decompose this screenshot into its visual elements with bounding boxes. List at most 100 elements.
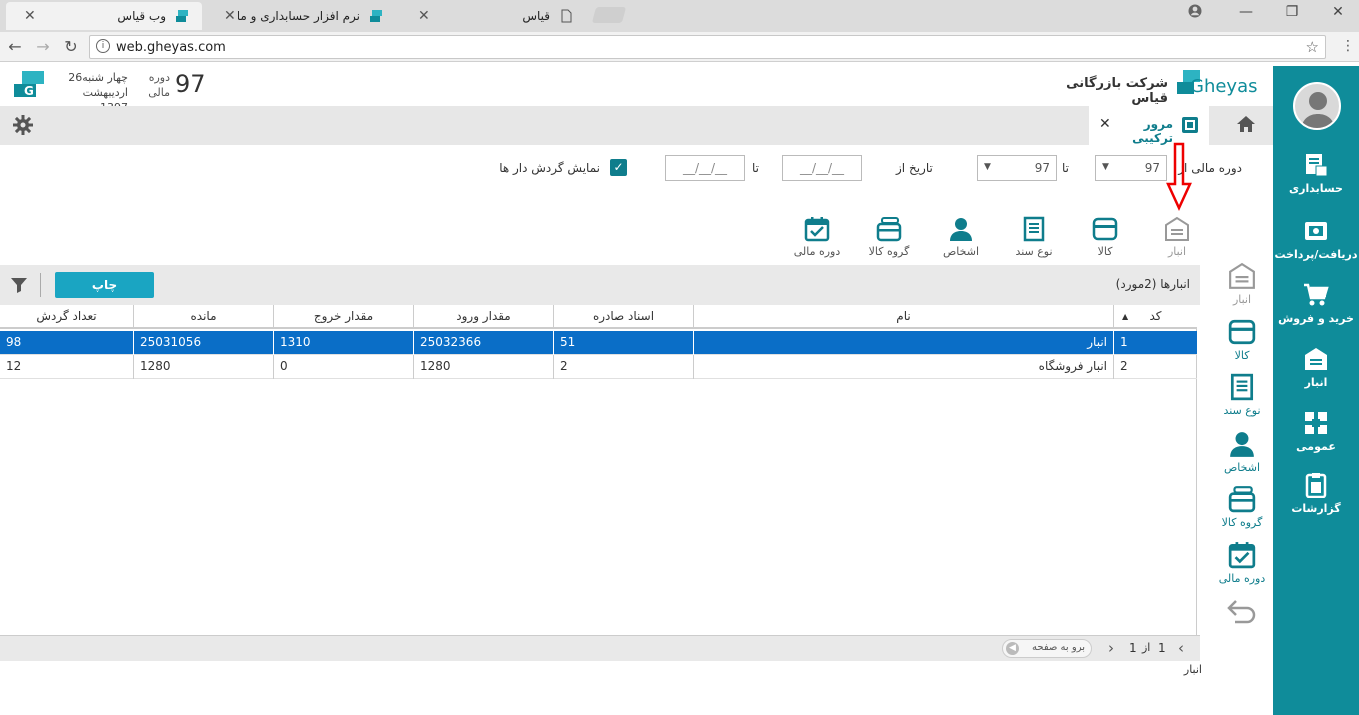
column-header-name[interactable]: نام: [693, 305, 1113, 329]
page-of-label: از: [1142, 641, 1151, 654]
table-row[interactable]: 2 انبار فروشگاه 2 1280 0 1280 12: [0, 355, 1197, 379]
close-window-icon[interactable]: ✕: [1328, 4, 1348, 22]
close-tab-icon[interactable]: ✕: [24, 9, 38, 23]
app-tab-row: ✕ مرور ترکیبی: [0, 106, 1273, 145]
sidebar-item-warehouse[interactable]: انبار: [1273, 346, 1359, 389]
goods-group-icon: [1228, 486, 1256, 513]
column-header-issued-docs[interactable]: اسناد صادره: [553, 305, 693, 329]
cell-out-qty: 1310: [273, 331, 413, 355]
close-tab-icon[interactable]: ✕: [224, 9, 238, 23]
cell-in-qty: 1280: [413, 355, 553, 379]
sidebar-item-reports[interactable]: گزارشات: [1273, 472, 1359, 515]
profile-icon[interactable]: [1188, 4, 1208, 22]
close-tab-icon[interactable]: ✕: [418, 9, 432, 23]
period-to-label: تا: [1062, 161, 1069, 175]
date-from-input[interactable]: __/__/__: [782, 155, 862, 181]
calendar-check-icon: [1228, 542, 1256, 569]
side-goods[interactable]: کالا: [1214, 318, 1270, 362]
table-row[interactable]: 1 انبار 51 25032366 1310 25031056 98: [0, 331, 1197, 355]
date-to-input[interactable]: __/__/__: [665, 155, 745, 181]
browser-tab[interactable]: ✕ قیاس: [400, 2, 586, 30]
column-header-code[interactable]: کد ▲: [1113, 305, 1197, 329]
toolbar-goods[interactable]: کالا: [1070, 216, 1140, 258]
column-header-in-qty[interactable]: مقدار ورود: [413, 305, 553, 329]
go-arrow-icon: ◀: [1006, 642, 1019, 655]
side-doc-type[interactable]: نوع سند: [1214, 373, 1270, 417]
cell-turnover: 12: [6, 359, 22, 373]
side-icon-label: کالا: [1234, 349, 1250, 362]
page-number: 1: [1158, 641, 1166, 655]
period-from-select[interactable]: ▼ 97: [1095, 155, 1167, 181]
toolbar-label: انبار: [1167, 245, 1187, 258]
minimize-icon[interactable]: —: [1236, 4, 1256, 22]
menu-icon[interactable]: ⋮: [1341, 38, 1355, 54]
settings-gear-icon[interactable]: [12, 114, 34, 136]
sidebar-item-general[interactable]: عمومی: [1273, 410, 1359, 453]
toolbar-doc-type[interactable]: نوع سند: [999, 216, 1069, 258]
toolbar-goods-group[interactable]: گروه کالا: [854, 216, 924, 258]
sidebar-item-accounting[interactable]: حسابداری: [1273, 152, 1359, 195]
clipboard-icon: [1305, 473, 1327, 498]
calendar-check-icon: [804, 217, 830, 242]
column-header-label: مقدار ورود: [456, 309, 511, 323]
date-from-label: تاریخ از: [896, 161, 933, 175]
tab-combined-review[interactable]: ✕ مرور ترکیبی: [1089, 106, 1209, 145]
app-header: G چهار شنبه26 اردیبهشت 1397 دوره مالی 97…: [0, 62, 1273, 114]
pager: ‹ 1 از 1 › ◀ برو به صفحه: [0, 635, 1200, 661]
grid-title: انبارها (2مورد): [1115, 277, 1190, 291]
maximize-icon[interactable]: ❐: [1282, 4, 1302, 22]
url-field[interactable]: i web.gheyas.com ☆: [89, 35, 1326, 59]
forward-icon[interactable]: →: [34, 38, 52, 56]
sidebar-item-buy-sell[interactable]: خرید و فروش: [1273, 282, 1359, 325]
gheyas-favicon: [174, 8, 190, 24]
bookmark-star-icon[interactable]: ☆: [1306, 38, 1319, 56]
sort-asc-icon: ▲: [1122, 312, 1129, 321]
side-warehouse[interactable]: انبار: [1214, 262, 1270, 306]
back-undo-icon[interactable]: [1214, 598, 1270, 627]
toolbar-label: گروه کالا: [868, 245, 910, 258]
column-header-turnover[interactable]: تعداد گردش: [0, 305, 133, 329]
back-icon[interactable]: ←: [6, 38, 24, 56]
side-persons[interactable]: اشخاص: [1214, 430, 1270, 474]
new-tab-button[interactable]: [591, 7, 627, 23]
sidebar-item-label: عمومی: [1296, 440, 1336, 453]
home-icon[interactable]: [1236, 115, 1256, 133]
tab-title: وب قیاس: [117, 9, 166, 23]
date-day: چهار شنبه26: [68, 71, 128, 84]
period-value: 97: [175, 70, 206, 98]
toolbar-fiscal-period[interactable]: دوره مالی: [782, 216, 852, 258]
filter-icon[interactable]: [10, 277, 28, 293]
goto-page-button[interactable]: ◀ برو به صفحه: [1002, 639, 1092, 658]
toolbar-persons[interactable]: اشخاص: [926, 216, 996, 258]
side-goods-group[interactable]: گروه کالا: [1214, 485, 1270, 529]
show-active-checkbox[interactable]: ✓: [610, 159, 627, 176]
safe-icon: [1305, 222, 1327, 240]
avatar[interactable]: [1293, 82, 1341, 130]
document-type-icon: [1023, 216, 1045, 242]
browser-tab-active[interactable]: ✕ وب قیاس: [6, 2, 202, 30]
prev-page-icon[interactable]: ›: [1108, 639, 1114, 657]
close-tab-icon[interactable]: ✕: [1099, 116, 1111, 132]
side-fiscal-period[interactable]: دوره مالی: [1214, 541, 1270, 585]
document-type-icon: [1230, 373, 1254, 401]
date-from-value: __/__/__: [799, 161, 845, 175]
toolbar-warehouse[interactable]: انبار: [1142, 216, 1212, 258]
next-page-icon[interactable]: ‹: [1178, 639, 1184, 657]
toolbar-label: اشخاص: [942, 245, 980, 258]
cell-balance: 1280: [133, 355, 273, 379]
period-to-select[interactable]: ▼ 97: [977, 155, 1057, 181]
print-button[interactable]: چاپ: [55, 272, 154, 298]
tab-label: مرور ترکیبی: [1132, 117, 1173, 145]
goods-icon: [1228, 319, 1256, 345]
tab-title: قیاس: [522, 9, 550, 23]
sidebar-item-label: حسابداری: [1289, 182, 1343, 195]
column-header-balance[interactable]: مانده: [133, 305, 273, 329]
browser-tab[interactable]: ✕ نرم افزار حسابداری و مالی ق: [206, 2, 396, 30]
side-icon-label: نوع سند: [1223, 404, 1261, 417]
column-header-label: مانده: [190, 309, 217, 323]
column-header-out-qty[interactable]: مقدار خروج: [273, 305, 413, 329]
info-icon[interactable]: i: [96, 39, 110, 53]
sidebar-item-receive-pay[interactable]: دریافت/پرداخت: [1273, 218, 1359, 261]
reload-icon[interactable]: ↻: [62, 38, 80, 56]
cell-issued-docs: 51: [553, 331, 693, 355]
